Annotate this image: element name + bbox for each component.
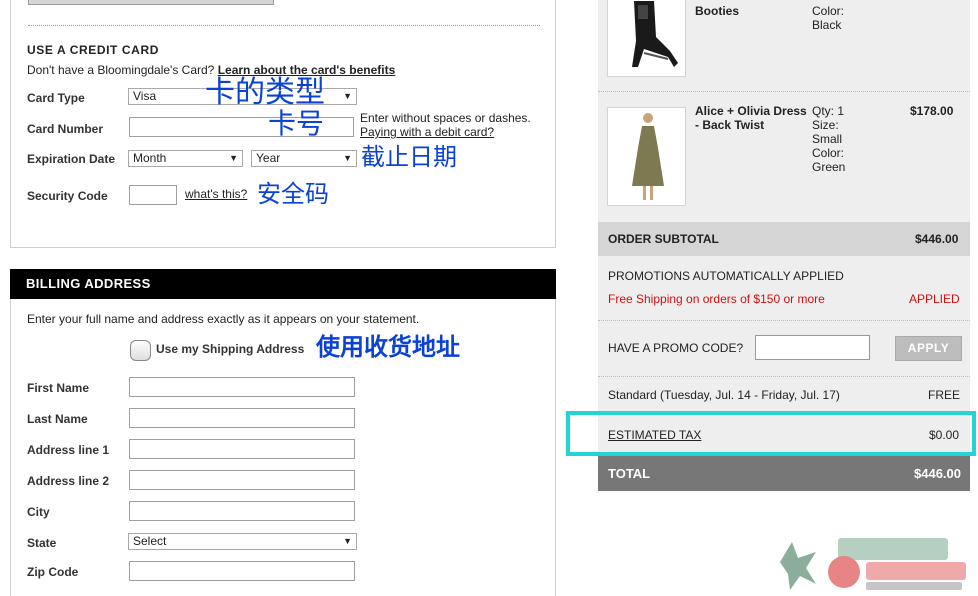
promotion-status: APPLIED (909, 292, 960, 306)
promo-code-input[interactable] (755, 335, 870, 360)
credit-card-heading: USE A CREDIT CARD (27, 43, 159, 57)
card-number-hint: Enter without spaces or dashes. (360, 111, 531, 125)
product-name-dress-line1[interactable]: Alice + Olivia Dress (695, 104, 807, 118)
billing-instructions: Enter your full name and address exactly… (27, 312, 420, 326)
apply-promo-button[interactable]: APPLY (895, 336, 962, 361)
whats-this-link[interactable]: what's this? (185, 187, 247, 201)
annotation-expiration: 截止日期 (361, 143, 457, 171)
order-subtotal-label: ORDER SUBTOTAL (608, 232, 719, 246)
order-subtotal-value: $446.00 (915, 232, 959, 246)
promotion-text: Free Shipping on orders of $150 or more (608, 292, 825, 306)
zip-code-input[interactable] (129, 561, 355, 581)
expiration-year-select[interactable]: Year ▼ (251, 150, 357, 167)
product-color-label: Color: (812, 146, 845, 160)
bird-logo-icon (780, 538, 966, 590)
annotation-card-type: 卡的类型 (205, 75, 325, 110)
card-type-label: Card Type (27, 91, 85, 105)
annotation-use-shipping: 使用收货地址 (316, 333, 460, 361)
annotation-security-code: 安全码 (257, 180, 329, 208)
use-shipping-address-checkbox[interactable] (130, 340, 151, 361)
city-input[interactable] (129, 501, 355, 521)
product-image-dress[interactable] (607, 107, 686, 206)
total-label: TOTAL (608, 466, 651, 481)
promotions-label: PROMOTIONS AUTOMATICALLY APPLIED (608, 269, 844, 283)
dress-image (632, 113, 664, 200)
shipping-method-label: Standard (Tuesday, Jul. 14 - Friday, Jul… (608, 388, 840, 402)
address-line2-input[interactable] (129, 470, 355, 490)
city-label: City (27, 505, 50, 519)
promo-code-label: HAVE A PROMO CODE? (608, 341, 744, 355)
product-size-value: Small (812, 132, 843, 146)
divider (28, 25, 540, 26)
product-price: $178.00 (910, 104, 954, 118)
billing-address-heading: BILLING ADDRESS (10, 269, 556, 299)
chevron-down-icon: ▼ (229, 153, 238, 163)
product-name-dress-line2[interactable]: - Back Twist (695, 118, 764, 132)
expiration-month-select[interactable]: Month ▼ (128, 150, 243, 167)
debit-card-link[interactable]: Paying with a debit card? (360, 125, 494, 139)
security-code-input[interactable] (129, 185, 177, 205)
zip-code-label: Zip Code (27, 565, 79, 579)
chevron-down-icon: ▼ (343, 153, 352, 163)
product-color-value: Black (812, 18, 842, 32)
product-qty: Qty: 1 (812, 104, 845, 118)
product-color-label: Color: (812, 4, 845, 18)
card-number-label: Card Number (27, 122, 104, 136)
first-name-input[interactable] (129, 377, 355, 397)
last-name-input[interactable] (129, 408, 355, 428)
last-name-label: Last Name (27, 412, 88, 426)
security-code-label: Security Code (27, 189, 108, 203)
divider (598, 376, 970, 377)
total-value: $446.00 (914, 466, 961, 481)
divider (598, 320, 970, 321)
address-line1-label: Address line 1 (27, 443, 110, 457)
state-label: State (27, 536, 57, 550)
boot-image (632, 1, 678, 67)
state-select[interactable]: Select ▼ (128, 533, 357, 550)
chevron-down-icon: ▼ (343, 91, 352, 101)
divider (598, 91, 970, 92)
product-color-value: Green (812, 160, 846, 174)
product-image-booties[interactable] (607, 0, 686, 77)
address-line1-input[interactable] (129, 439, 355, 459)
annotation-card-number: 卡号 (268, 107, 325, 140)
use-shipping-address-label: Use my Shipping Address (156, 342, 305, 356)
previous-button[interactable] (28, 0, 274, 5)
first-name-label: First Name (27, 381, 90, 395)
expiration-date-label: Expiration Date (27, 152, 116, 166)
shipping-cost: FREE (928, 388, 961, 402)
address-line2-label: Address line 2 (27, 474, 110, 488)
product-size-label: Size: (812, 118, 839, 132)
chevron-down-icon: ▼ (343, 536, 352, 546)
estimated-tax-highlight (566, 411, 976, 456)
watermark-logo (772, 532, 976, 594)
product-name-booties[interactable]: Booties (695, 4, 739, 18)
checkout-page: USE A CREDIT CARD Don't have a Bloomingd… (0, 0, 978, 596)
